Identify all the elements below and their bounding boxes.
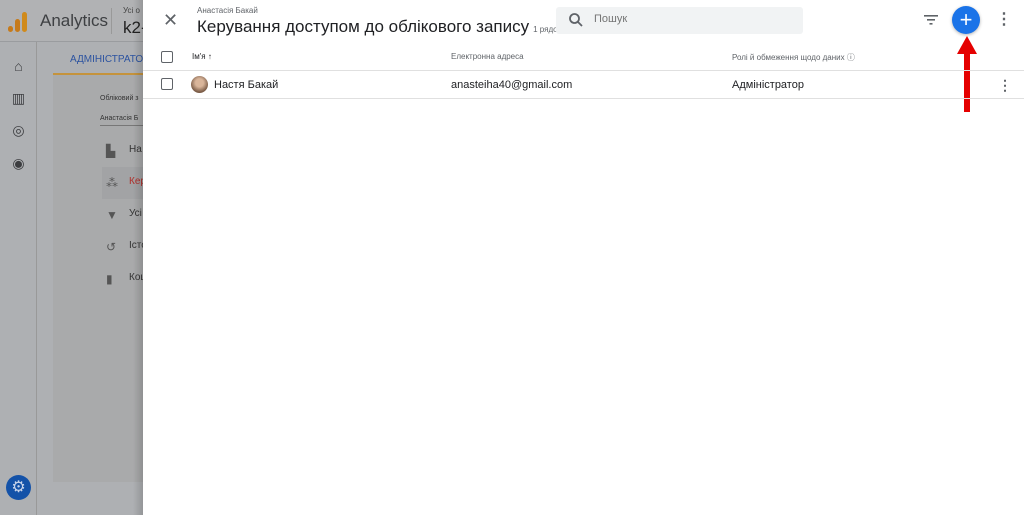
column-roles[interactable]: Ролі й обмеження щодо даних ⓘ	[732, 52, 855, 63]
row-checkbox[interactable]	[161, 78, 173, 90]
avatar	[191, 76, 208, 93]
close-icon[interactable]: ✕	[163, 10, 178, 31]
top-bar: Analytics Усі о k2-	[0, 0, 147, 42]
page-title: Керування доступом до облікового запису 1…	[197, 17, 561, 37]
title-text: Керування доступом до облікового запису	[197, 17, 530, 36]
trash-icon: ▮	[106, 272, 113, 286]
advertising-icon[interactable]: ◉	[10, 155, 27, 172]
column-roles-label: Ролі й обмеження щодо даних	[732, 53, 845, 62]
more-vert-icon[interactable]: ⋮	[996, 10, 1012, 30]
people-icon: ⁂	[106, 176, 118, 190]
background-admin-page: Analytics Усі о k2- ⌂ ▥ ◎ ◉ ⚙ АДМІНІСТРА…	[0, 0, 150, 515]
building-icon: ▙	[106, 144, 116, 158]
user-name: Настя Бакай	[214, 79, 279, 91]
panel-subtitle: Анастасія Бакай	[197, 6, 258, 15]
search-input[interactable]	[594, 13, 784, 25]
row-more-icon[interactable]: ⋮	[998, 76, 1012, 94]
help-icon[interactable]: ⓘ	[847, 53, 855, 62]
user-role: Адміністратор	[732, 79, 804, 91]
select-all-checkbox[interactable]	[161, 51, 173, 63]
user-email: anasteiha40@gmail.com	[451, 79, 573, 91]
reports-icon[interactable]: ▥	[10, 90, 27, 107]
column-name-label: Ім'я	[192, 52, 206, 61]
left-rail: ⌂ ▥ ◎ ◉	[0, 42, 37, 515]
search-box[interactable]	[556, 7, 803, 34]
table-header: Ім'я ↑ Електронна адреса Ролі й обмеженн…	[143, 44, 1024, 71]
filter-icon[interactable]	[923, 13, 939, 27]
sort-arrow-up-icon: ↑	[207, 52, 212, 61]
settings-gear-icon[interactable]: ⚙	[6, 475, 31, 500]
history-icon: ↺	[106, 240, 117, 254]
explore-icon[interactable]: ◎	[10, 122, 27, 139]
home-icon[interactable]: ⌂	[10, 58, 27, 75]
analytics-logo-icon	[8, 10, 28, 32]
access-management-panel: ✕ Анастасія Бакай Керування доступом до …	[143, 0, 1024, 515]
table-row[interactable]: Настя Бакай anasteiha40@gmail.com Адміні…	[143, 71, 1024, 99]
add-user-button[interactable]: +	[952, 6, 980, 34]
column-name[interactable]: Ім'я ↑	[192, 52, 212, 61]
search-icon	[569, 13, 583, 27]
column-email[interactable]: Електронна адреса	[451, 52, 524, 61]
divider	[111, 8, 112, 34]
filter-icon: ▼	[106, 208, 118, 222]
app-name: Analytics	[40, 11, 109, 30]
